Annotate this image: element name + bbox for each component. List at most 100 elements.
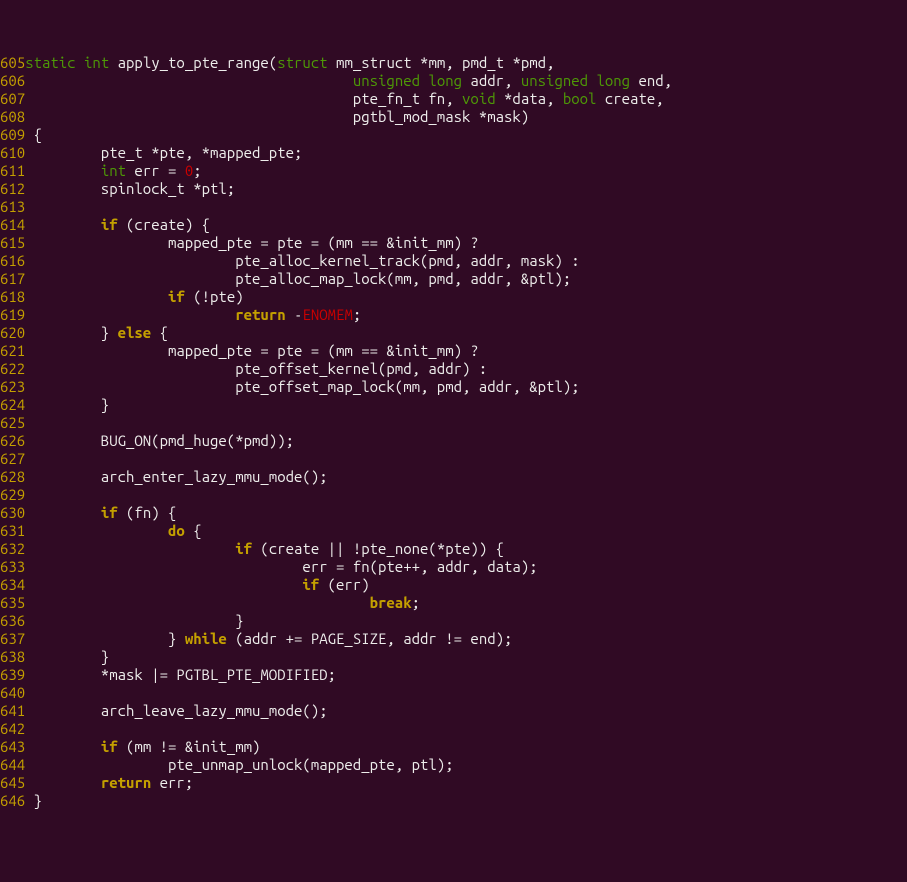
code-editor[interactable]: 605static int apply_to_pte_range(struct …: [0, 54, 907, 810]
code-text: [25, 738, 101, 755]
code-text: }: [25, 648, 109, 665]
line-number: 629: [0, 486, 25, 503]
code-line[interactable]: 629: [0, 486, 907, 504]
token-kw-storage: void: [462, 90, 496, 107]
code-text: (create) {: [118, 216, 210, 233]
line-number: 641: [0, 702, 25, 719]
code-line[interactable]: 611 int err = 0;: [0, 162, 907, 180]
line-number: 638: [0, 648, 25, 665]
token-kw-storage: long: [428, 72, 462, 89]
code-text: err;: [151, 774, 193, 791]
line-number: 606: [0, 72, 25, 89]
code-line[interactable]: 646 }: [0, 792, 907, 810]
code-text: (create || !pte_none(*pte)) {: [252, 540, 504, 557]
line-number: 618: [0, 288, 25, 305]
code-line[interactable]: 623 pte_offset_map_lock(mm, pmd, addr, &…: [0, 378, 907, 396]
code-text: ;: [193, 162, 201, 179]
line-number: 630: [0, 504, 25, 521]
code-text: {: [25, 126, 42, 143]
line-number: 635: [0, 594, 25, 611]
code-line[interactable]: 638 }: [0, 648, 907, 666]
code-line[interactable]: 621 mapped_pte = pte = (mm == &init_mm) …: [0, 342, 907, 360]
token-kw-control: if: [101, 216, 118, 233]
line-number: 615: [0, 234, 25, 251]
line-number: 616: [0, 252, 25, 269]
code-line[interactable]: 636 }: [0, 612, 907, 630]
code-line[interactable]: 605static int apply_to_pte_range(struct …: [0, 54, 907, 72]
code-line[interactable]: 630 if (fn) {: [0, 504, 907, 522]
code-text: [25, 288, 168, 305]
code-line[interactable]: 639 *mask |= PGTBL_PTE_MODIFIED;: [0, 666, 907, 684]
line-number: 643: [0, 738, 25, 755]
line-number: 622: [0, 360, 25, 377]
code-line[interactable]: 610 pte_t *pte, *mapped_pte;: [0, 144, 907, 162]
code-text: (fn) {: [118, 504, 177, 521]
code-text: BUG_ON(pmd_huge(*pmd));: [25, 432, 294, 449]
line-number: 637: [0, 630, 25, 647]
code-line[interactable]: 627: [0, 450, 907, 468]
code-line[interactable]: 645 return err;: [0, 774, 907, 792]
code-text: arch_enter_lazy_mmu_mode();: [25, 468, 327, 485]
line-number: 611: [0, 162, 25, 179]
code-line[interactable]: 642: [0, 720, 907, 738]
code-line[interactable]: 644 pte_unmap_unlock(mapped_pte, ptl);: [0, 756, 907, 774]
code-text: [25, 504, 101, 521]
line-number: 632: [0, 540, 25, 557]
line-number: 645: [0, 774, 25, 791]
line-number: 627: [0, 450, 25, 467]
token-kw-storage: bool: [563, 90, 597, 107]
code-text: (addr += PAGE_SIZE, addr != end);: [227, 630, 513, 647]
line-number: 646: [0, 792, 25, 809]
code-line[interactable]: 609 {: [0, 126, 907, 144]
code-text: pgtbl_mod_mask *mask): [25, 108, 529, 125]
token-kw-storage: unsigned: [353, 72, 420, 89]
code-line[interactable]: 632 if (create || !pte_none(*pte)) {: [0, 540, 907, 558]
line-number: 605: [0, 54, 25, 71]
code-line[interactable]: 634 if (err): [0, 576, 907, 594]
line-number: 636: [0, 612, 25, 629]
code-line[interactable]: 614 if (create) {: [0, 216, 907, 234]
code-line[interactable]: 633 err = fn(pte++, addr, data);: [0, 558, 907, 576]
code-line[interactable]: 622 pte_offset_kernel(pmd, addr) :: [0, 360, 907, 378]
code-line[interactable]: 606 unsigned long addr, unsigned long en…: [0, 72, 907, 90]
code-line[interactable]: 620 } else {: [0, 324, 907, 342]
code-line[interactable]: 613: [0, 198, 907, 216]
line-number: 624: [0, 396, 25, 413]
code-line[interactable]: 624 }: [0, 396, 907, 414]
line-number: 612: [0, 180, 25, 197]
code-line[interactable]: 625: [0, 414, 907, 432]
token-kw-storage: long: [596, 72, 630, 89]
code-text: [25, 306, 235, 323]
code-line[interactable]: 612 spinlock_t *ptl;: [0, 180, 907, 198]
code-line[interactable]: 626 BUG_ON(pmd_huge(*pmd));: [0, 432, 907, 450]
code-text: addr,: [462, 72, 521, 89]
line-number: 633: [0, 558, 25, 575]
code-text: [25, 216, 101, 233]
code-line[interactable]: 628 arch_enter_lazy_mmu_mode();: [0, 468, 907, 486]
code-line[interactable]: 635 break;: [0, 594, 907, 612]
line-number: 609: [0, 126, 25, 143]
code-line[interactable]: 643 if (mm != &init_mm): [0, 738, 907, 756]
code-line[interactable]: 618 if (!pte): [0, 288, 907, 306]
token-kw-storage: static: [25, 54, 75, 71]
code-line[interactable]: 631 do {: [0, 522, 907, 540]
code-line[interactable]: 641 arch_leave_lazy_mmu_mode();: [0, 702, 907, 720]
token-kw-storage: int: [84, 54, 109, 71]
token-kw-storage: int: [101, 162, 126, 179]
code-line[interactable]: 637 } while (addr += PAGE_SIZE, addr != …: [0, 630, 907, 648]
code-line[interactable]: 617 pte_alloc_map_lock(mm, pmd, addr, &p…: [0, 270, 907, 288]
code-line[interactable]: 615 mapped_pte = pte = (mm == &init_mm) …: [0, 234, 907, 252]
code-line[interactable]: 616 pte_alloc_kernel_track(pmd, addr, ma…: [0, 252, 907, 270]
code-line[interactable]: 607 pte_fn_t fn, void *data, bool create…: [0, 90, 907, 108]
code-text: ;: [353, 306, 361, 323]
code-line[interactable]: 619 return -ENOMEM;: [0, 306, 907, 324]
code-text: pte_t *pte, *mapped_pte;: [25, 144, 302, 161]
code-text: -: [286, 306, 303, 323]
code-line[interactable]: 640: [0, 684, 907, 702]
line-number: 639: [0, 666, 25, 683]
code-text: err = fn(pte++, addr, data);: [25, 558, 537, 575]
code-text: spinlock_t *ptl;: [25, 180, 235, 197]
token-kw-control: return: [235, 306, 285, 323]
token-kw-storage: struct: [277, 54, 327, 71]
code-line[interactable]: 608 pgtbl_mod_mask *mask): [0, 108, 907, 126]
